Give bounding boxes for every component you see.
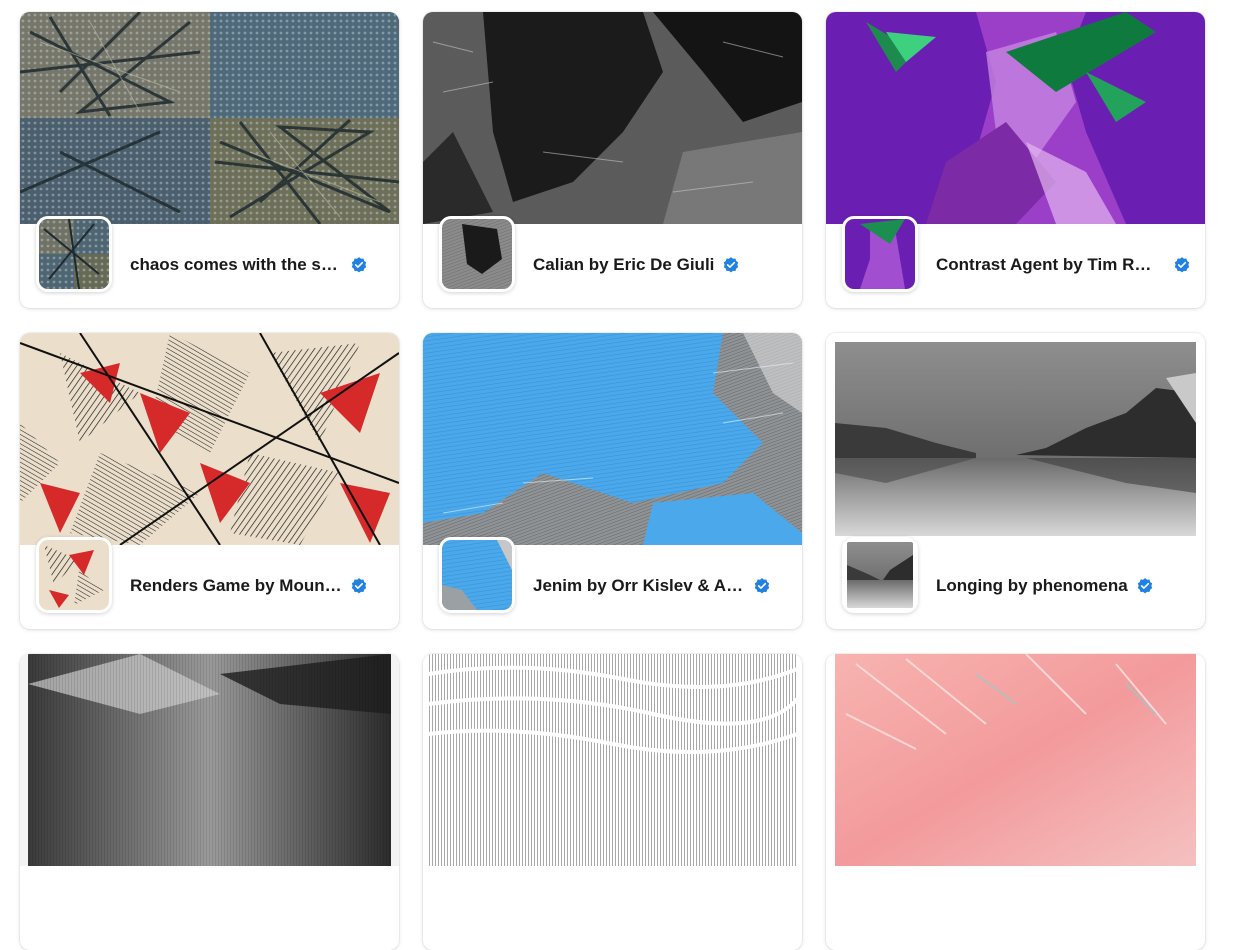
collection-title-row: Calian by Eric De Giuli — [533, 252, 788, 278]
collection-title[interactable]: Calian by Eric De Giuli — [533, 255, 714, 275]
collection-banner-image — [20, 12, 399, 224]
verified-badge-icon — [1174, 257, 1190, 273]
collection-thumbnail — [439, 216, 515, 292]
verified-badge-icon — [754, 578, 770, 594]
collection-title-row: Longing by phenomena — [936, 573, 1191, 599]
verified-badge-icon — [351, 578, 367, 594]
collection-banner-image — [423, 12, 802, 224]
collection-banner-image — [20, 333, 399, 545]
collection-title[interactable]: Jenim by Orr Kislev & Alona Rodeh — [533, 576, 745, 596]
collection-title-row: chaos comes with the sun by Ismahelio — [130, 252, 385, 278]
collection-grid: chaos comes with the sun by Ismahelio — [0, 0, 1243, 950]
collection-card[interactable] — [826, 654, 1205, 950]
collection-card[interactable] — [20, 654, 399, 950]
collection-card[interactable]: Calian by Eric De Giuli — [423, 12, 802, 308]
verified-badge-icon — [724, 257, 739, 273]
collection-title-row: Renders Game by MountVitruvius — [130, 573, 385, 599]
collection-title[interactable]: chaos comes with the sun by Ismahelio — [130, 255, 342, 275]
collection-banner-image — [826, 654, 1205, 866]
verified-badge-icon — [1137, 578, 1152, 594]
collection-title[interactable]: Longing by phenomena — [936, 576, 1128, 596]
collection-card[interactable]: Renders Game by MountVitruvius — [20, 333, 399, 629]
collection-card[interactable]: Longing by phenomena — [826, 333, 1205, 629]
collection-title-row: Contrast Agent by Tim Richardson — [936, 252, 1191, 278]
collection-thumbnail — [36, 216, 112, 292]
collection-banner-image — [826, 333, 1205, 545]
collection-banner-image — [20, 654, 399, 866]
collection-thumbnail — [842, 216, 918, 292]
collection-banner-image — [826, 12, 1205, 224]
collection-title-row: Jenim by Orr Kislev & Alona Rodeh — [533, 573, 788, 599]
collection-card[interactable]: chaos comes with the sun by Ismahelio — [20, 12, 399, 308]
collection-thumbnail — [36, 537, 112, 613]
collection-banner-image — [423, 654, 802, 866]
collection-banner-image — [423, 333, 802, 545]
collection-card[interactable] — [423, 654, 802, 950]
collection-card[interactable]: Contrast Agent by Tim Richardson — [826, 12, 1205, 308]
collection-title[interactable]: Renders Game by MountVitruvius — [130, 576, 342, 596]
collection-thumbnail — [439, 537, 515, 613]
collection-card[interactable]: Jenim by Orr Kislev & Alona Rodeh — [423, 333, 802, 629]
collection-thumbnail — [842, 537, 918, 613]
collection-title[interactable]: Contrast Agent by Tim Richardson — [936, 255, 1155, 275]
verified-badge-icon — [351, 257, 367, 273]
